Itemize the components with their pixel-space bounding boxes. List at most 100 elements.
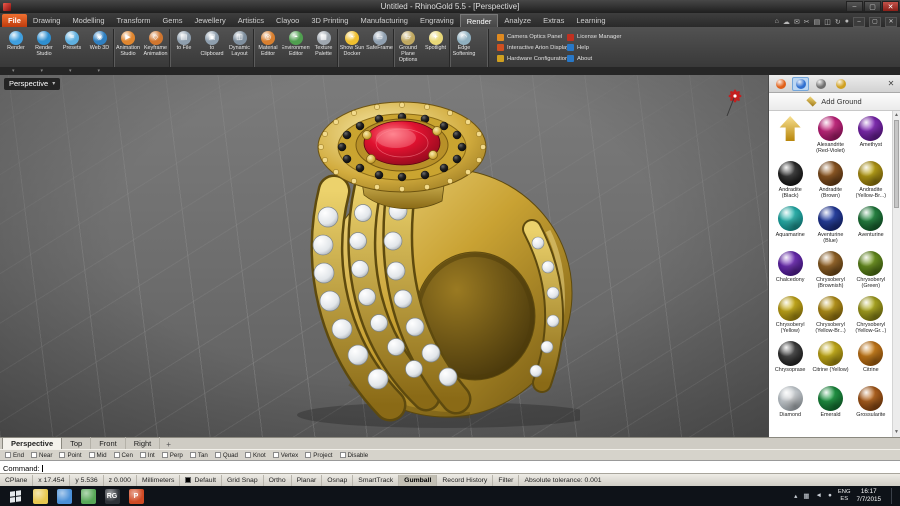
gem-material-item[interactable]: Chrysoprase [770,338,810,383]
viewport-title-badge[interactable]: Perspective ▾ [4,78,60,90]
panel-tab[interactable] [792,77,809,91]
gem-material-item[interactable]: Chrysoberyl (Green) [851,248,891,293]
gem-material-item[interactable]: Aquamarine [770,203,810,248]
status-pane[interactable]: Millimeters [137,475,180,486]
checkbox-icon[interactable] [245,452,251,458]
osnap-toggle[interactable]: Mid [89,452,107,459]
osnap-toggle[interactable]: Int [140,452,155,459]
osnap-toggle[interactable]: Perp [162,452,183,459]
gem-material-item[interactable]: Citrine (Yellow) [810,338,850,383]
viewport-tab[interactable]: Perspective [2,437,62,449]
ribbon-button[interactable]: ◎ Material Editor [254,29,282,67]
ribbon-dropdown-indicator[interactable]: ▾ [69,67,72,75]
ribbon-tab[interactable]: File [2,14,27,27]
gem-material-item[interactable]: Chalcedony [770,248,810,293]
status-pane[interactable]: Filter [493,475,519,486]
language-indicator[interactable]: ENG ES [838,489,851,502]
menu-tool-icon[interactable]: ✂ [804,18,810,26]
ribbon-button[interactable]: ▣ to Clipboard [198,29,226,67]
checkbox-icon[interactable] [59,452,65,458]
command-prompt[interactable]: Command: [3,464,897,473]
menu-tool-icon[interactable]: ↻ [835,18,841,26]
taskbar-app-button[interactable] [28,486,52,506]
gem-material-item[interactable]: Andradite (Brown) [810,158,850,203]
tray-icon[interactable]: ◄ [816,492,822,500]
ribbon-button[interactable]: ◠ Edge Softening [450,29,478,67]
ribbon-button[interactable]: ▭ SafeFrame [366,29,394,67]
viewport-tab[interactable]: Top [62,437,91,449]
scrollbar-thumb[interactable] [894,120,899,208]
osnap-toggle[interactable]: Tan [190,452,208,459]
ribbon-button[interactable]: ◇ Keyframe Animation [142,29,170,67]
viewport-tab-menu[interactable]: + [160,440,177,449]
gem-material-item[interactable]: Aventurine [851,203,891,248]
ribbon-link[interactable]: Interactive Arion Display [497,43,561,54]
osnap-toggle[interactable]: Cen [114,452,133,459]
tray-icon[interactable]: ● [828,492,832,500]
doc-restore-button[interactable]: ▢ [869,17,881,27]
gem-material-item[interactable]: Chrysoberyl (Yellow-Gr...) [851,293,891,338]
ribbon-tab[interactable]: Transform [111,14,157,27]
menu-tool-icon[interactable]: ◫ [824,18,831,26]
taskbar-app-button[interactable]: RG [100,486,124,506]
panel-tab[interactable] [812,77,829,91]
ribbon-tab[interactable]: Jewellery [188,14,231,27]
close-button[interactable]: ✕ [882,1,899,12]
ribbon-button[interactable]: ◉ Web 3D [86,29,114,67]
ribbon-button[interactable]: ☀ Show Sun Docker [338,29,366,67]
ribbon-button[interactable]: ✦ Spotlight [422,29,450,67]
gem-material-item[interactable]: Amethyst [851,113,891,158]
status-pane[interactable]: Osnap [322,475,353,486]
ribbon-tab[interactable]: Extras [537,14,570,27]
viewport-tab[interactable]: Front [91,437,126,449]
checkbox-icon[interactable] [140,452,146,458]
doc-minimize-button[interactable]: – [853,17,865,27]
gem-material-item[interactable]: Citrine [851,338,891,383]
ribbon-button[interactable]: Render [2,29,30,67]
ribbon-dropdown-indicator[interactable]: ▾ [98,67,101,75]
panel-close-icon[interactable]: ✕ [885,79,897,88]
osnap-toggle[interactable]: Knot [245,452,266,459]
gem-material-item[interactable]: Aventurine (Blue) [810,203,850,248]
status-pane[interactable]: Grid Snap [222,475,264,486]
status-pane[interactable]: x 17.454 [33,475,70,486]
checkbox-icon[interactable] [190,452,196,458]
checkbox-icon[interactable] [215,452,221,458]
menu-tool-icon[interactable]: ▤ [814,18,821,26]
gem-material-item[interactable]: Diamond [770,383,810,428]
checkbox-icon[interactable] [114,452,120,458]
doc-close-button[interactable]: ✕ [885,17,897,27]
gem-material-item[interactable]: Alexandrite (Red-Violet) [810,113,850,158]
status-pane[interactable]: Ortho [264,475,292,486]
status-pane[interactable]: Absolute tolerance: 0.001 [519,475,606,486]
ribbon-tab[interactable]: Clayoo [270,14,305,27]
add-ground-button[interactable]: Add Ground [769,93,900,111]
ribbon-button[interactable]: ▤ to File [170,29,198,67]
osnap-toggle[interactable]: Vertex [273,452,299,459]
osnap-toggle[interactable]: Point [59,452,81,459]
menu-tool-icon[interactable]: ☁ [783,18,790,26]
gem-material-item[interactable] [770,113,810,158]
status-pane[interactable]: CPlane [0,475,33,486]
status-pane[interactable]: Gumball [399,475,437,486]
menu-tool-icon[interactable]: ⌂ [775,18,779,26]
ribbon-tab[interactable]: Manufacturing [354,14,414,27]
ribbon-tab[interactable]: 3D Printing [305,14,354,27]
osnap-toggle[interactable]: Project [305,452,332,459]
panel-tab[interactable] [772,77,789,91]
checkbox-icon[interactable] [5,452,11,458]
panel-scrollbar[interactable]: ▲ ▼ [892,111,900,437]
osnap-toggle[interactable]: Near [31,452,52,459]
ribbon-button[interactable]: ▱ Ground Plane Options [394,29,422,67]
ribbon-dropdown-indicator[interactable]: ▾ [41,67,44,75]
minimize-button[interactable]: – [846,1,863,12]
status-pane[interactable]: Planar [292,475,323,486]
taskbar-app-button[interactable]: P [124,486,148,506]
osnap-toggle[interactable]: Quad [215,452,238,459]
menu-tool-icon[interactable]: ● [845,18,849,26]
checkbox-icon[interactable] [305,452,311,458]
ribbon-link[interactable]: About [567,53,631,64]
ribbon-button[interactable]: ◓ Environment Editor [282,29,310,67]
osnap-toggle[interactable]: End [5,452,24,459]
ribbon-tab[interactable]: Engraving [414,14,460,27]
